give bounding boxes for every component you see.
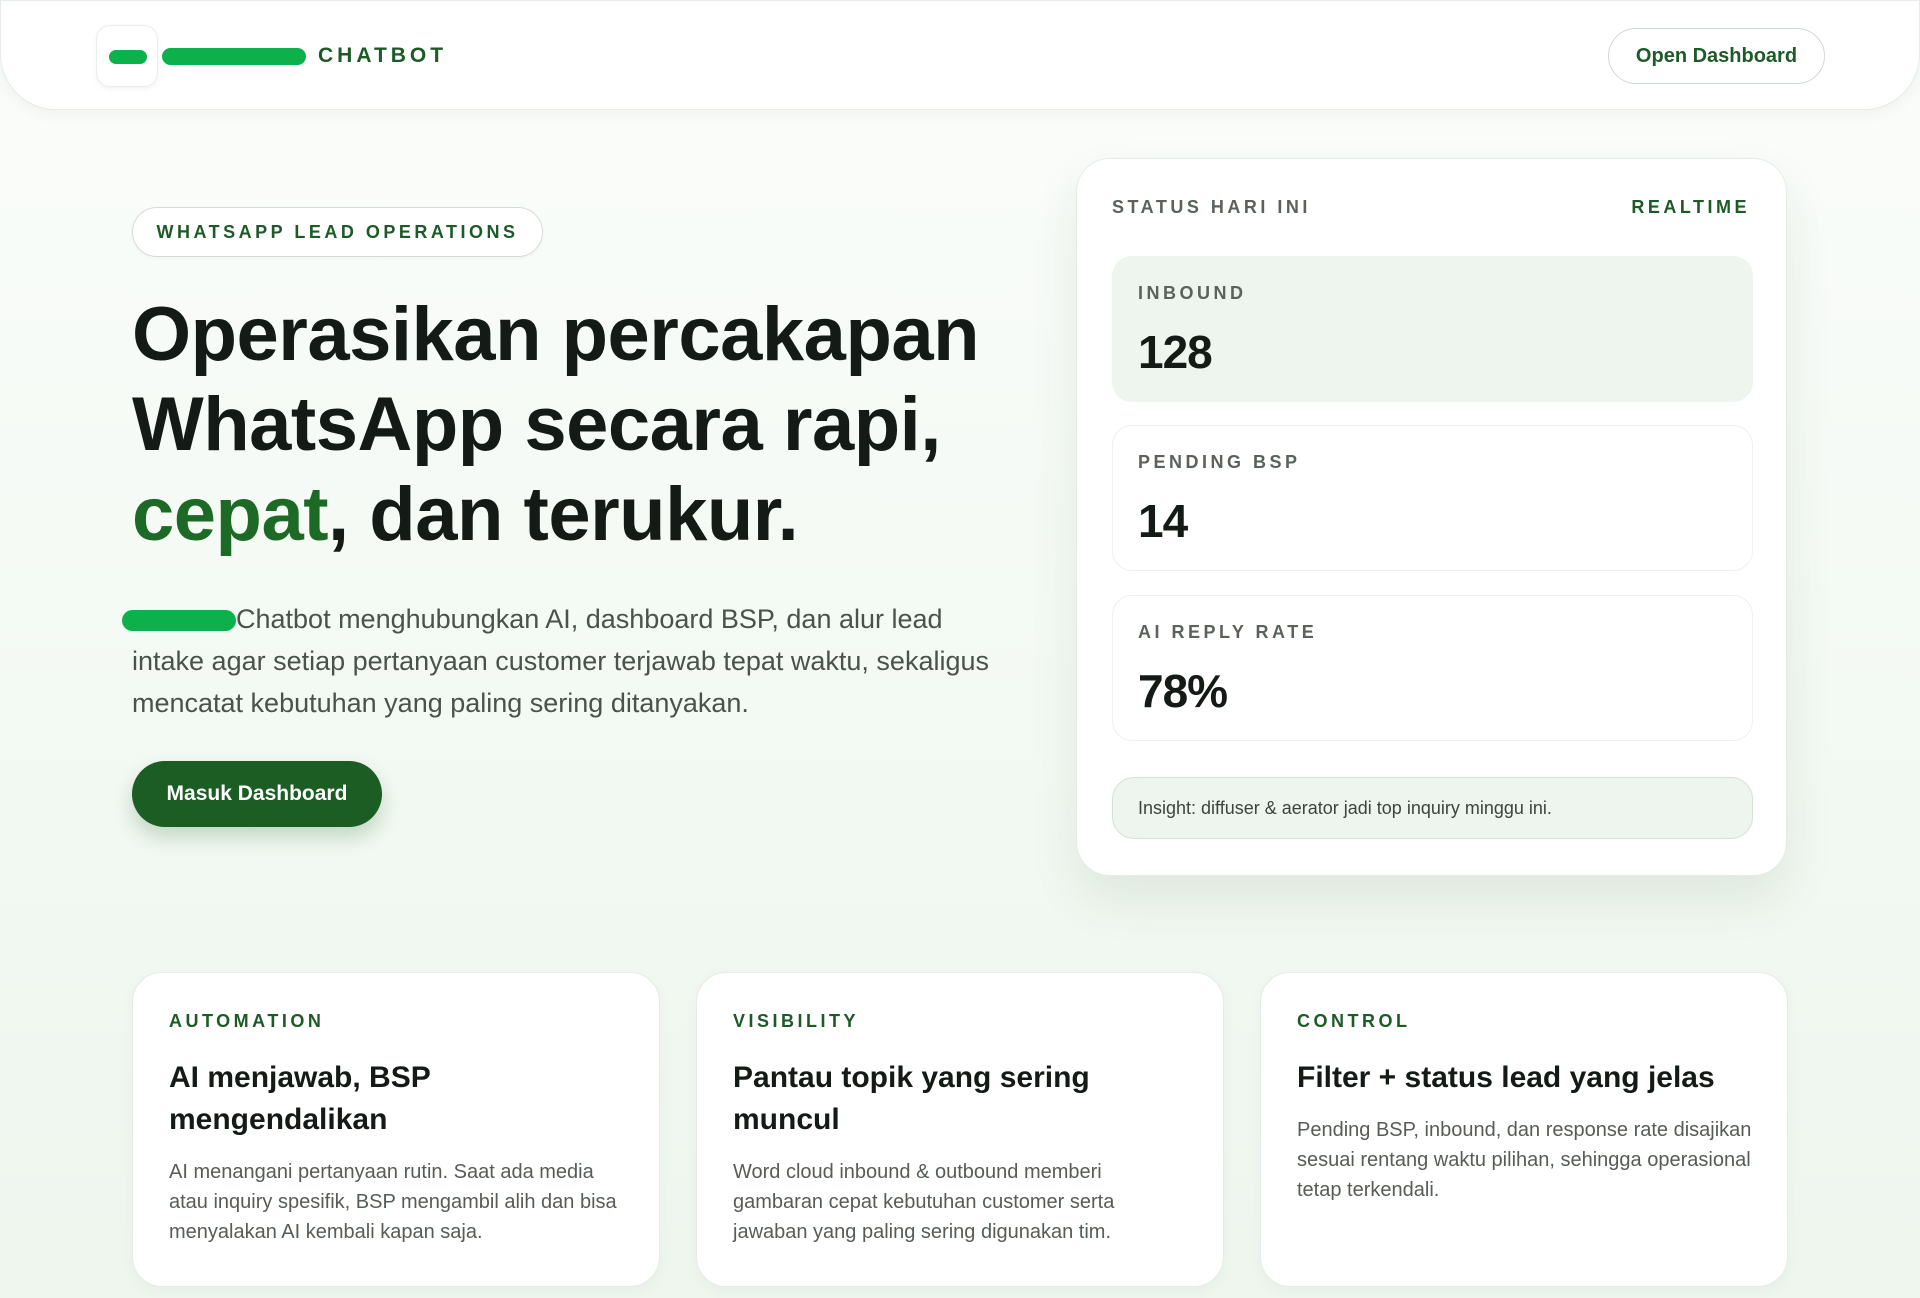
status-title: STATUS HARI INI — [1112, 197, 1311, 217]
open-dashboard-button[interactable]: Open Dashboard — [1608, 28, 1825, 84]
metric-value: 128 — [1138, 326, 1213, 378]
feature-card-visibility: VISIBILITY Pantau topik yang sering munc… — [696, 972, 1224, 1287]
insight-banner: Insight: diffuser & aerator jadi top inq… — [1112, 777, 1753, 839]
headline-accent: cepat — [132, 472, 329, 557]
feature-eyebrow: CONTROL — [1297, 1011, 1411, 1031]
feature-eyebrow: AUTOMATION — [169, 1011, 325, 1031]
feature-eyebrow: VISIBILITY — [733, 1011, 860, 1031]
realtime-label: REALTIME — [1631, 197, 1750, 217]
headline-line-3: , dan terukur. — [328, 472, 799, 557]
logo-icon[interactable] — [96, 25, 158, 87]
enter-dashboard-button[interactable]: Masuk Dashboard — [132, 761, 382, 827]
feature-title: Filter + status lead yang jelas — [1297, 1061, 1715, 1094]
hero-headline: Operasikan percakapan WhatsApp secara ra… — [132, 290, 1012, 560]
hero-description: Chatbot menghubungkan AI, dashboard BSP,… — [132, 604, 989, 718]
metric-ai-reply-rate: AI REPLY RATE 78% — [1112, 595, 1753, 741]
feature-title: Pantau topik yang sering muncul — [733, 1061, 1090, 1136]
brand-name-redacted-inline — [122, 610, 236, 631]
feature-description: AI menangani pertanyaan rutin. Saat ada … — [169, 1161, 617, 1243]
eyebrow-badge: WHATSAPP LEAD OPERATIONS — [132, 207, 543, 257]
brand-name-redacted — [162, 48, 306, 65]
status-card: STATUS HARI INI REALTIME INBOUND 128 PEN… — [1076, 158, 1787, 876]
metric-label: AI REPLY RATE — [1138, 622, 1318, 642]
top-navbar: CHATBOT Open Dashboard — [0, 0, 1920, 110]
feature-card-automation: AUTOMATION AI menjawab, BSP mengendalika… — [132, 972, 660, 1287]
headline-line-1: Operasikan percakapan — [132, 292, 980, 377]
feature-description: Word cloud inbound & outbound memberi ga… — [733, 1161, 1115, 1243]
metric-value: 78% — [1138, 665, 1228, 717]
metric-label: INBOUND — [1138, 283, 1247, 303]
logo-mark-redacted — [109, 50, 147, 64]
feature-description: Pending BSP, inbound, dan response rate … — [1297, 1119, 1752, 1201]
brand-name: CHATBOT — [318, 44, 448, 67]
feature-title: AI menjawab, BSP mengendalikan — [169, 1061, 431, 1136]
feature-card-control: CONTROL Filter + status lead yang jelas … — [1260, 972, 1788, 1287]
metric-label: PENDING BSP — [1138, 452, 1301, 472]
metric-value: 14 — [1138, 495, 1188, 547]
headline-line-2: WhatsApp secara rapi, — [132, 382, 941, 467]
metric-pending-bsp: PENDING BSP 14 — [1112, 425, 1753, 571]
metric-inbound: INBOUND 128 — [1112, 256, 1753, 402]
